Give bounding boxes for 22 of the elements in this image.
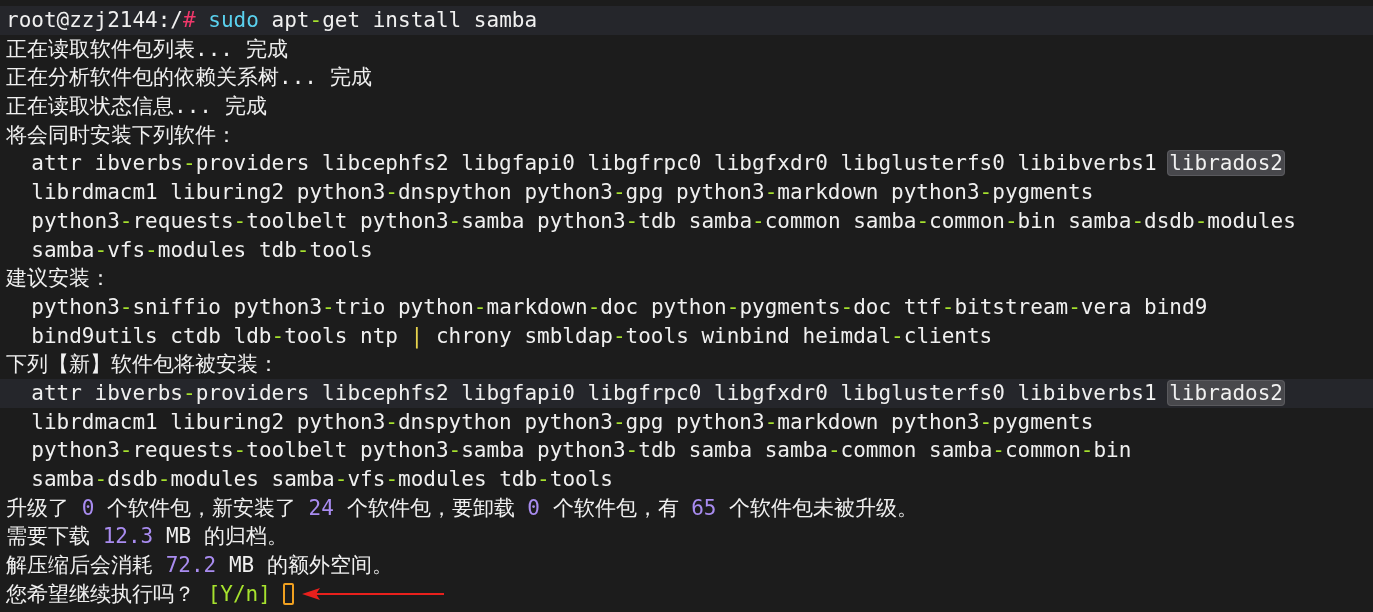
terminal-line: root@zzj2144:/# sudo apt-get install samba xyxy=(6,7,538,34)
terminal-line: 需要下载 12.3 MB 的归档。 xyxy=(6,523,288,551)
terminal-line: 正在读取状态信息... 完成 xyxy=(6,93,267,121)
terminal-line: python3-sniffio python3-trio python-markdown-doc python-pygments-doc ttf-bitstream-vera bind9 xyxy=(30,293,1208,321)
terminal-line: python3-requests-toolbelt python3-samba python3-tdb samba samba-common samba-common-bin xyxy=(30,437,1132,465)
terminal-line: 将会同时安装下列软件： xyxy=(6,121,237,149)
terminal-line: samba-vfs-modules tdb-tools xyxy=(30,236,373,264)
terminal-line: 下列【新】软件包将被安装： xyxy=(6,351,279,379)
terminal-line: 正在分析软件包的依赖关系树... 完成 xyxy=(6,64,372,92)
terminal-line: 建议安装： xyxy=(6,265,111,293)
terminal-line: python3-requests-toolbelt python3-samba python3-tdb samba-common samba-common-bin samba-dsdb-modules xyxy=(30,207,1296,235)
terminal-line: 正在读取软件包列表... 完成 xyxy=(6,35,288,63)
terminal-line: bind9utils ctdb ldb-tools ntp | chrony smbldap-tools winbind heimdal-clients xyxy=(30,322,993,351)
terminal-line: 升级了 0 个软件包，新安装了 24 个软件包，要卸载 0 个软件包，有 65 个软件包未被升级。 xyxy=(6,494,919,522)
terminal-line: librdmacm1 liburing2 python3-dnspython python3-gpg python3-markdown python3-pygments xyxy=(30,179,1094,207)
terminal-line: attr ibverbs-providers libcephfs2 libgfapi0 libgfrpc0 libgfxdr0 libglusterfs0 libibverbs1 librados2 xyxy=(30,149,1283,179)
terminal-cursor xyxy=(282,583,294,606)
terminal-line: 您希望继续执行吗？ [Y/n] xyxy=(6,580,271,608)
terminal-line: samba-dsdb-modules samba-vfs-modules tdb-tools xyxy=(30,466,613,493)
terminal-line: attr ibverbs-providers libcephfs2 libgfapi0 libgfrpc0 libgfxdr0 libglusterfs0 libibverbs1 librados2 xyxy=(30,378,1283,408)
terminal-line: 解压缩后会消耗 72.2 MB 的额外空间。 xyxy=(6,552,393,580)
terminal-line: librdmacm1 liburing2 python3-dnspython python3-gpg python3-markdown python3-pygments xyxy=(30,408,1094,436)
